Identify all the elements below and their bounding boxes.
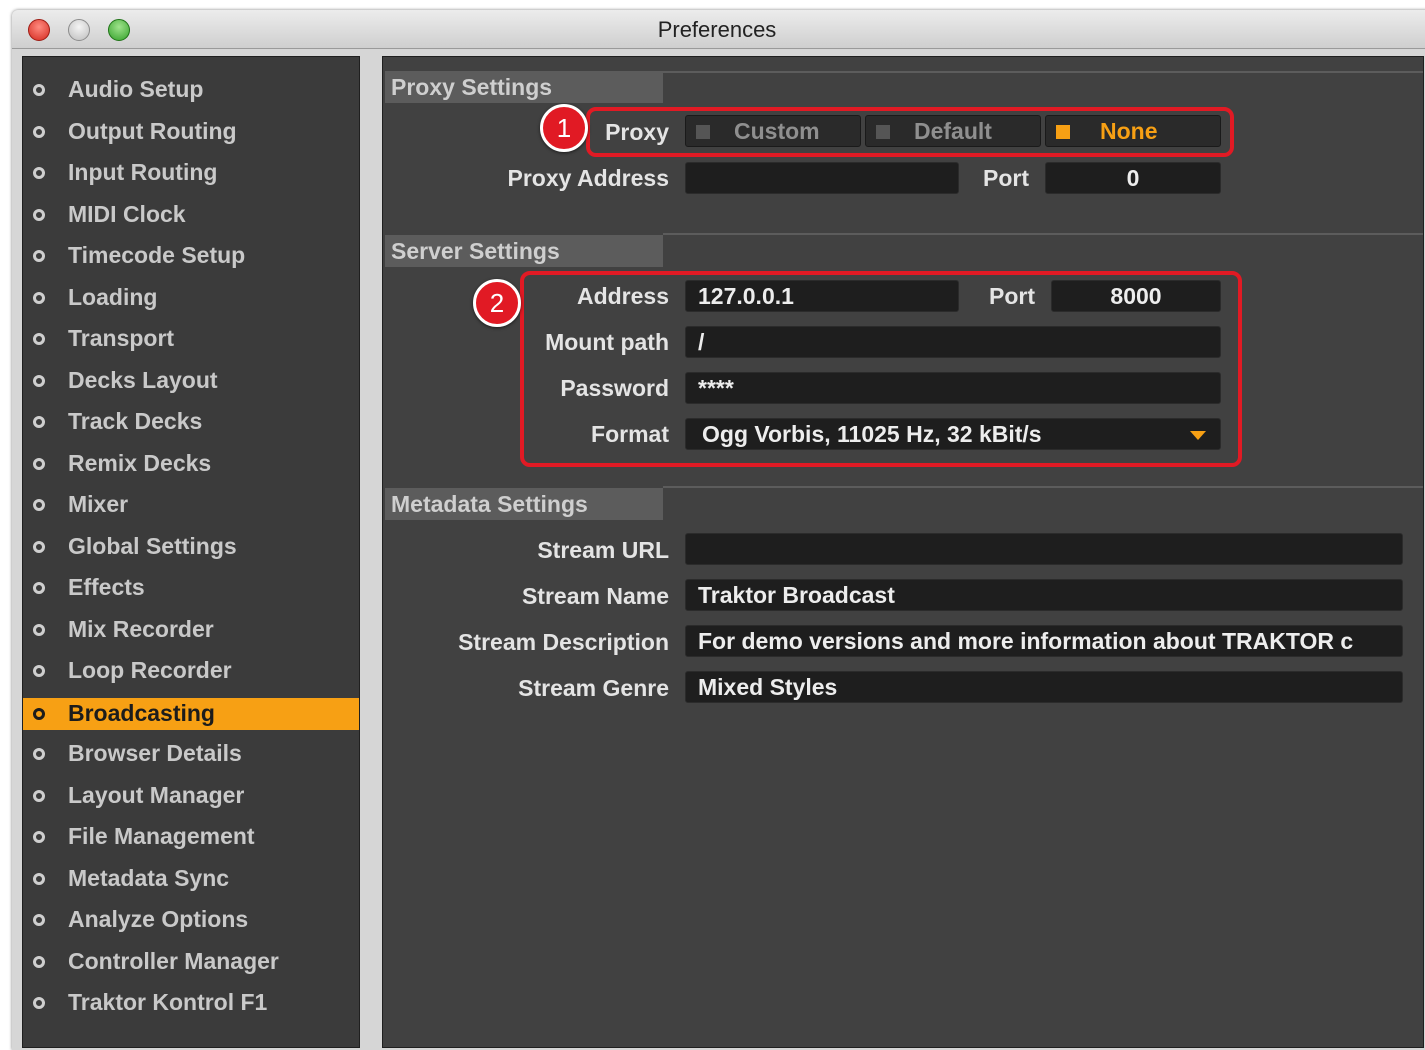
annotation-badge-2: 2 (473, 279, 521, 327)
proxy-port-label: Port (983, 165, 1029, 191)
bullet-icon (33, 292, 45, 304)
sidebar-item-label: File Management (68, 823, 255, 849)
sidebar-item-label: Controller Manager (68, 948, 279, 974)
preferences-sidebar: Audio Setup Output Routing Input Routing… (22, 56, 360, 1048)
annotation-outline-server (520, 271, 1242, 467)
section-divider (663, 71, 1423, 73)
bullet-icon (33, 665, 45, 677)
sidebar-item-mix-recorder[interactable]: Mix Recorder (23, 614, 359, 646)
sidebar-item-label: Mix Recorder (68, 616, 214, 642)
proxy-port-input[interactable]: 0 (1045, 162, 1221, 194)
stream-description-label: Stream Description (458, 629, 669, 655)
sidebar-item-broadcasting[interactable]: Broadcasting (23, 698, 359, 730)
sidebar-item-decks-layout[interactable]: Decks Layout (23, 365, 359, 397)
section-title-metadata: Metadata Settings (385, 488, 663, 520)
section-divider (663, 486, 1423, 488)
bullet-icon (33, 458, 45, 470)
bullet-icon (33, 914, 45, 926)
bullet-icon (33, 333, 45, 345)
bullet-icon (33, 126, 45, 138)
annotation-outline-proxy (586, 107, 1234, 157)
sidebar-item-label: Layout Manager (68, 782, 245, 808)
sidebar-item-browser-details[interactable]: Browser Details (23, 738, 359, 770)
proxy-address-label: Proxy Address (507, 165, 670, 191)
bullet-icon (33, 624, 45, 636)
sidebar-item-loading[interactable]: Loading (23, 282, 359, 314)
sidebar-item-label: Mixer (68, 491, 129, 517)
bullet-icon (33, 167, 45, 179)
section-divider (663, 233, 1423, 235)
bullet-icon (33, 708, 45, 720)
sidebar-item-transport[interactable]: Transport (23, 323, 359, 355)
sidebar-item-label: Decks Layout (68, 367, 218, 393)
sidebar-item-label: Track Decks (68, 408, 203, 434)
sidebar-item-label: Remix Decks (68, 450, 212, 476)
sidebar-item-global-settings[interactable]: Global Settings (23, 531, 359, 563)
stream-name-label: Stream Name (521, 583, 669, 609)
sidebar-item-metadata-sync[interactable]: Metadata Sync (23, 863, 359, 895)
annotation-badge-1: 1 (540, 104, 588, 152)
bullet-icon (33, 375, 45, 387)
sidebar-item-label: MIDI Clock (68, 201, 186, 227)
sidebar-item-label: Analyze Options (68, 906, 249, 932)
sidebar-item-file-management[interactable]: File Management (23, 821, 359, 853)
sidebar-item-audio-setup[interactable]: Audio Setup (23, 74, 359, 106)
section-title-server: Server Settings (385, 235, 663, 267)
sidebar-item-label: Transport (68, 325, 175, 351)
sidebar-item-label: Loop Recorder (68, 657, 232, 683)
bullet-icon (33, 956, 45, 968)
sidebar-item-effects[interactable]: Effects (23, 572, 359, 604)
sidebar-item-label: Metadata Sync (68, 865, 230, 891)
sidebar-item-output-routing[interactable]: Output Routing (23, 116, 359, 148)
sidebar-item-controller-manager[interactable]: Controller Manager (23, 946, 359, 978)
sidebar-item-label: Global Settings (68, 533, 237, 559)
sidebar-item-label: Browser Details (68, 740, 242, 766)
section-title-proxy: Proxy Settings (385, 71, 663, 103)
broadcasting-panel: Proxy Settings Proxy Custom Default None… (382, 56, 1424, 1048)
sidebar-item-remix-decks[interactable]: Remix Decks (23, 448, 359, 480)
sidebar-item-mixer[interactable]: Mixer (23, 489, 359, 521)
sidebar-item-label: Output Routing (68, 118, 237, 144)
stream-genre-input[interactable]: Mixed Styles (685, 671, 1403, 703)
sidebar-item-label: Traktor Kontrol F1 (68, 989, 268, 1015)
sidebar-item-label: Effects (68, 574, 145, 600)
sidebar-item-traktor-kontrol-f1[interactable]: Traktor Kontrol F1 (23, 987, 359, 1019)
bullet-icon (33, 997, 45, 1009)
sidebar-item-loop-recorder[interactable]: Loop Recorder (23, 655, 359, 687)
sidebar-item-label: Broadcasting (68, 700, 215, 726)
sidebar-item-layout-manager[interactable]: Layout Manager (23, 780, 359, 812)
stream-genre-label: Stream Genre (518, 675, 669, 701)
stream-description-input[interactable]: For demo versions and more information a… (685, 625, 1403, 657)
window-title: Preferences (657, 17, 777, 42)
bullet-icon (33, 873, 45, 885)
sidebar-item-timecode-setup[interactable]: Timecode Setup (23, 240, 359, 272)
sidebar-item-midi-clock[interactable]: MIDI Clock (23, 199, 359, 231)
bullet-icon (33, 541, 45, 553)
sidebar-item-analyze-options[interactable]: Analyze Options (23, 904, 359, 936)
title-bar[interactable]: Preferences (12, 10, 1425, 49)
sidebar-item-track-decks[interactable]: Track Decks (23, 406, 359, 438)
sidebar-item-label: Input Routing (68, 159, 218, 185)
proxy-address-input[interactable] (685, 162, 959, 194)
sidebar-item-label: Audio Setup (68, 76, 204, 102)
stream-name-input[interactable]: Traktor Broadcast (685, 579, 1403, 611)
bullet-icon (33, 831, 45, 843)
stream-url-input[interactable] (685, 533, 1403, 565)
sidebar-item-label: Timecode Setup (68, 242, 246, 268)
sidebar-item-label: Loading (68, 284, 158, 310)
bullet-icon (33, 416, 45, 428)
stream-url-label: Stream URL (537, 537, 669, 563)
bullet-icon (33, 582, 45, 594)
bullet-icon (33, 250, 45, 262)
bullet-icon (33, 499, 45, 511)
bullet-icon (33, 748, 45, 760)
sidebar-item-input-routing[interactable]: Input Routing (23, 157, 359, 189)
bullet-icon (33, 790, 45, 802)
bullet-icon (33, 84, 45, 96)
bullet-icon (33, 209, 45, 221)
